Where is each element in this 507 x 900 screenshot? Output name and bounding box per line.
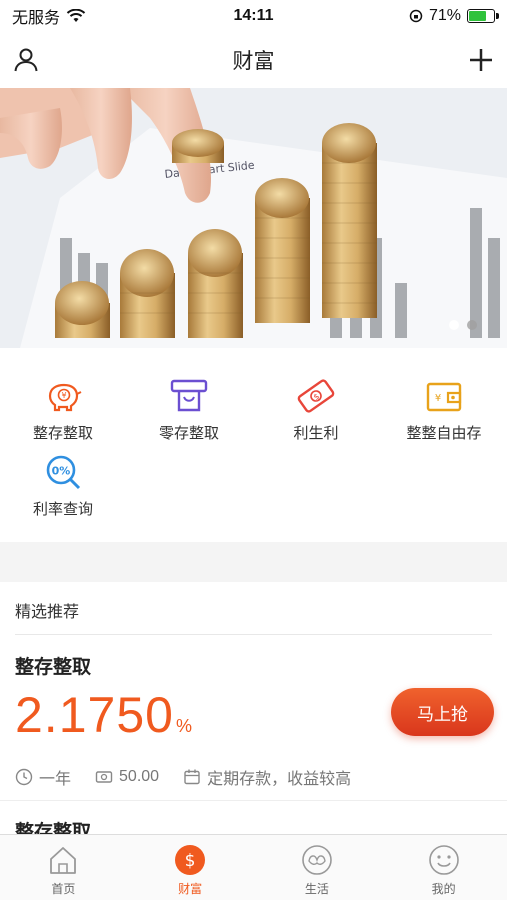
buy-now-button[interactable]: 马上抢 xyxy=(391,688,494,736)
menu-item-flexible[interactable]: ¥ 整整自由存 xyxy=(381,376,507,443)
piggy-bank-icon: ¥ xyxy=(48,383,82,412)
divider xyxy=(0,800,507,801)
svg-text:0%: 0% xyxy=(52,465,71,478)
menu-item-label: 零存整取 xyxy=(158,425,219,442)
battery-percent: 71% xyxy=(428,7,461,24)
menu-item-label: 利率查询 xyxy=(32,501,93,518)
smiley-icon xyxy=(428,845,459,875)
tab-label: 财富 xyxy=(178,882,203,896)
coin-stack-2 xyxy=(120,249,175,338)
menu-item-label: 利生利 xyxy=(293,425,339,442)
menu-item-lump-sum[interactable]: ¥ 整存整取 xyxy=(0,376,126,443)
svg-text:¥: ¥ xyxy=(435,393,441,404)
tab-label: 首页 xyxy=(51,882,76,896)
description-text: 定期存款，收益较高 xyxy=(207,771,352,788)
menu-item-label: 整整自由存 xyxy=(406,425,482,442)
rate-search-icon: 0% xyxy=(46,455,81,490)
wallet-icon: ¥ xyxy=(426,382,462,412)
coin-stack-1 xyxy=(55,281,110,338)
menu-item-compound[interactable]: $ 利生利 xyxy=(253,376,379,443)
home-icon xyxy=(50,847,77,874)
coin-stack-3 xyxy=(188,229,243,338)
carousel-dot[interactable] xyxy=(467,320,477,330)
svg-text:¥: ¥ xyxy=(61,391,66,400)
clock-icon xyxy=(15,768,33,786)
user-icon[interactable] xyxy=(12,46,40,74)
amount-info: 50.00 xyxy=(95,768,159,786)
interest-rate: 2.1750% xyxy=(15,686,192,744)
banner-image: Data Chart Slide xyxy=(0,88,507,348)
battery-fill xyxy=(469,11,487,21)
rotation-lock-icon xyxy=(409,9,423,23)
calendar-icon xyxy=(184,769,200,785)
term-text: 一年 xyxy=(39,771,72,788)
coin-stack-4 xyxy=(255,178,310,323)
wifi-icon xyxy=(66,9,86,22)
product-meta: 一年 50.00 定期存款，收益较高 xyxy=(15,765,375,789)
money-bill-icon: $ xyxy=(297,379,335,413)
carousel-dot-active[interactable] xyxy=(449,320,459,330)
rate-unit: % xyxy=(175,716,192,736)
product-name[interactable]: 整存整取 xyxy=(15,817,91,834)
feature-menu: ¥ 整存整取 零存整取 $ 利生利 ¥ 整整自由存 0% 利率查询 xyxy=(0,348,507,540)
cash-icon xyxy=(95,771,113,783)
coin-in-hand xyxy=(172,129,224,163)
tab-life[interactable]: 生活 xyxy=(254,835,381,900)
carrier-text: 无服务 xyxy=(12,10,61,27)
nav-bar: 财富 xyxy=(0,32,507,88)
atm-icon xyxy=(170,379,208,412)
product-name[interactable]: 整存整取 xyxy=(15,652,91,679)
term-info: 一年 xyxy=(15,765,71,789)
tab-label: 我的 xyxy=(431,882,456,896)
section-title: 精选推荐 xyxy=(15,604,80,621)
tab-home[interactable]: 首页 xyxy=(0,835,127,900)
plus-icon[interactable] xyxy=(467,46,495,74)
dollar-icon: $ xyxy=(175,845,206,875)
description-info: 定期存款，收益较高 xyxy=(183,765,351,789)
status-right: 71% xyxy=(409,7,499,25)
menu-item-label: 整存整取 xyxy=(32,425,93,442)
coin-stack-5 xyxy=(322,123,377,318)
menu-item-installment[interactable]: 零存整取 xyxy=(126,376,252,443)
tab-mine[interactable]: 我的 xyxy=(380,835,507,900)
amount-text: 50.00 xyxy=(119,768,160,785)
section-separator xyxy=(0,542,507,582)
tab-wealth[interactable]: $ 财富 xyxy=(127,835,254,900)
battery-icon xyxy=(467,9,499,23)
carousel-dots xyxy=(449,320,477,330)
divider xyxy=(15,634,492,635)
banner-carousel[interactable]: Data Chart Slide xyxy=(0,88,507,348)
page-title: 财富 xyxy=(232,50,275,73)
status-left: 无服务 xyxy=(12,4,86,28)
svg-text:$: $ xyxy=(185,851,196,871)
bottom-tab-bar: 首页 $ 财富 生活 我的 xyxy=(0,834,507,900)
rate-value: 2.1750 xyxy=(15,687,174,743)
tab-label: 生活 xyxy=(304,882,329,896)
leaf-icon xyxy=(302,845,332,875)
recommend-section: 精选推荐 整存整取 2.1750% 马上抢 一年 50.00 定期存款，收益较高… xyxy=(0,582,507,834)
menu-item-rate-query[interactable]: 0% 利率查询 xyxy=(0,452,126,519)
status-bar: 无服务 14:11 71% xyxy=(0,0,507,32)
